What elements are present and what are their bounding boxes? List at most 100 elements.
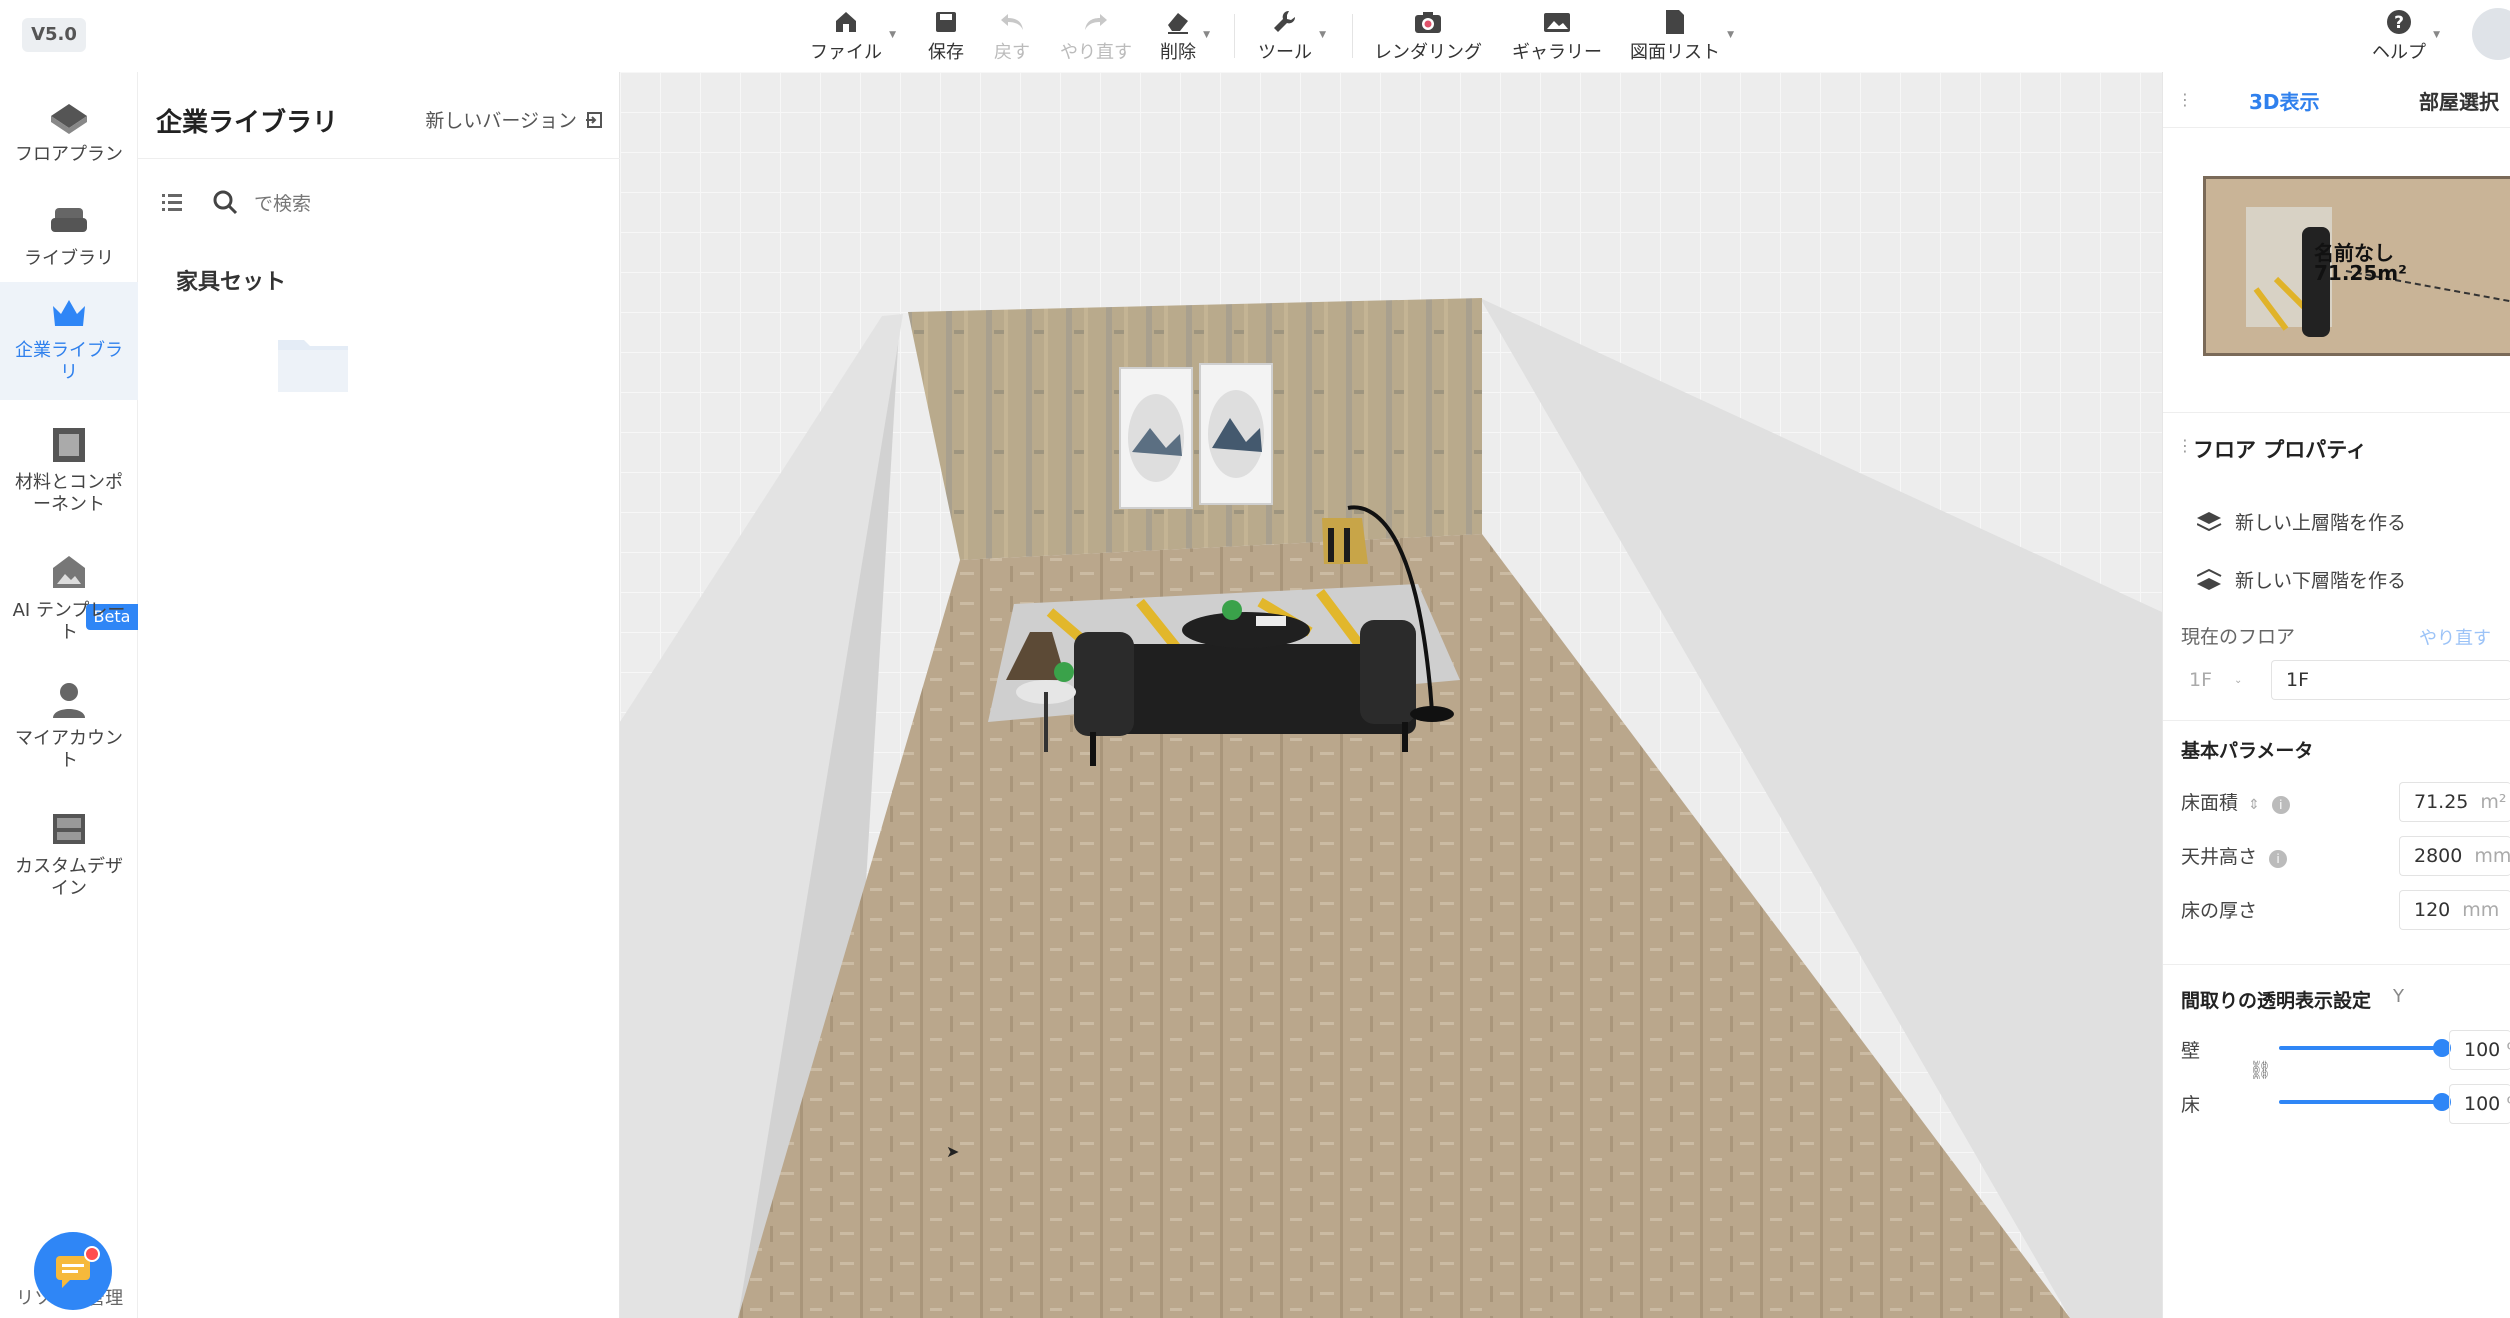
back-wall <box>908 298 1482 560</box>
nav-custom-design[interactable]: カスタムデザイン <box>0 798 138 928</box>
wall-transparency-unit: % <box>2506 1039 2510 1061</box>
divider <box>2163 964 2510 965</box>
undo-button[interactable]: 戻す <box>994 6 1030 64</box>
current-floor-input[interactable]: 1F <box>2271 660 2510 700</box>
eraser-icon <box>1160 6 1196 38</box>
minimap[interactable]: 名前なし 71.25m² <box>2203 176 2510 356</box>
notification-dot <box>84 1246 100 1262</box>
chat-icon <box>56 1256 90 1288</box>
new-version-label: 新しいバージョン <box>425 110 577 132</box>
nav-library-label: ライブラリ <box>24 248 114 269</box>
ceiling-height-label-text: 天井高さ <box>2181 846 2258 868</box>
image-icon <box>1539 6 1575 38</box>
room-3d-scene[interactable] <box>620 72 2162 1318</box>
nav-floorplan-label: フロアプラン <box>15 144 123 165</box>
ceiling-height-value: 2800 <box>2414 845 2463 867</box>
redo-button[interactable]: やり直す <box>1060 6 1132 64</box>
create-lower-floor-label: 新しい下層階を作る <box>2235 570 2407 592</box>
create-upper-floor-button[interactable]: 新しい上層階を作る <box>2197 508 2406 535</box>
redo-icon <box>1078 6 1114 38</box>
layers-plus-icon <box>2197 568 2222 590</box>
category-title: 家具セット <box>176 270 287 295</box>
nav-materials[interactable]: 材料とコンポーネント <box>0 414 138 544</box>
help-label: ヘルプ <box>2372 42 2426 63</box>
drawing-list-button[interactable]: 図面リスト ▼ <box>1630 6 1734 64</box>
tools-menu-button[interactable]: ツール ▼ <box>1258 6 1326 64</box>
folder-icon[interactable] <box>276 332 350 398</box>
basic-params-title: 基本パラメータ <box>2181 740 2314 762</box>
create-lower-floor-button[interactable]: 新しい下層階を作る <box>2197 566 2406 593</box>
floor-thickness-value: 120 <box>2414 899 2451 921</box>
current-floor-redo-link[interactable]: やり直す <box>2419 624 2491 650</box>
ceiling-height-input[interactable]: 2800 mm <box>2399 836 2510 876</box>
floor-transparency-value: 100 <box>2464 1093 2501 1115</box>
version-badge: V5.0 <box>22 18 86 52</box>
nav-enterprise-library-label: 企業ライブラリ <box>15 340 123 383</box>
list-icon[interactable] <box>160 190 184 214</box>
chat-button[interactable] <box>34 1232 112 1310</box>
nav-ai-template-label: AI テンプレート <box>12 600 126 643</box>
info-icon[interactable]: i <box>2269 850 2288 868</box>
tab-3d-view[interactable]: 3D表示 <box>2249 86 2320 115</box>
nav-my-account-label: マイアカウント <box>15 728 123 771</box>
chevron-down-icon: ⌄ <box>2234 674 2243 686</box>
render-button[interactable]: レンダリング <box>1374 6 1482 64</box>
sofa-icon <box>51 208 87 232</box>
enterprise-library-panel: 企業ライブラリ 新しいバージョン で検索 家具セット <box>138 72 620 1318</box>
properties-panel: ⋮ 3D表示 部屋選択 名前なし 71.25m² ⋮ フロア プロパティ 新しい… <box>2162 72 2510 1318</box>
wall-transparency-input[interactable]: 100 % <box>2449 1030 2510 1070</box>
gallery-label: ギャラリー <box>1512 42 1602 63</box>
divider <box>138 158 620 159</box>
floor-thickness-unit: mm <box>2462 899 2500 921</box>
divider <box>2163 412 2510 413</box>
floor-thickness-label: 床の厚さ <box>2181 900 2258 922</box>
floor-thickness-input[interactable]: 120 mm <box>2399 890 2510 930</box>
chevron-down-icon: ▼ <box>1203 30 1210 40</box>
sort-icon: ⇕ <box>2248 797 2260 813</box>
chevron-down-icon: ▼ <box>2433 30 2440 40</box>
mouse-cursor-icon: ➤ <box>946 1142 960 1161</box>
info-icon[interactable]: i <box>2271 796 2290 814</box>
save-icon <box>928 6 964 38</box>
3d-viewport[interactable]: 1F ▼ 2D▼ 3D▼ <box>620 72 2162 1318</box>
avatar[interactable] <box>2472 8 2510 60</box>
nav-floorplan[interactable]: フロアプラン <box>0 86 138 186</box>
toolbar-divider <box>1352 14 1353 58</box>
nav-my-account[interactable]: マイアカウント <box>0 670 138 790</box>
wall-transparency-slider[interactable] <box>2279 1039 2451 1057</box>
nav-library[interactable]: ライブラリ <box>0 190 138 290</box>
drag-handle-icon[interactable]: ⋮ <box>2177 436 2193 455</box>
gallery-button[interactable]: ギャラリー <box>1512 6 1602 64</box>
file-menu-button[interactable]: ファイル ▼ <box>810 6 896 64</box>
nav-enterprise-library[interactable]: 企業ライブラリ <box>0 282 138 400</box>
search-placeholder: で検索 <box>254 192 312 215</box>
layers-plus-icon <box>2197 511 2222 531</box>
ceiling-height-unit: mm <box>2474 845 2510 867</box>
floor-properties-title: フロア プロパティ <box>2193 438 2368 462</box>
wall-transparency-value: 100 <box>2464 1039 2501 1061</box>
cabinet-icon <box>53 428 85 462</box>
floor-transparency-unit: % <box>2506 1093 2510 1115</box>
delete-button[interactable]: 削除 ▼ <box>1160 6 1210 64</box>
nav-ai-template[interactable]: AI テンプレート <box>0 542 138 672</box>
search-icon <box>213 190 238 215</box>
save-button[interactable]: 保存 <box>928 6 964 64</box>
divider <box>2163 720 2510 721</box>
left-navigation: フロアプラン ライブラリ 企業ライブラリ 材料とコンポーネント Beta AI … <box>0 72 138 1318</box>
current-floor-select[interactable]: 1F ⌄ <box>2175 660 2255 700</box>
tab-room-select[interactable]: 部屋選択 <box>2419 86 2499 115</box>
floor-transparency-input[interactable]: 100 % <box>2449 1084 2510 1124</box>
drag-handle-icon[interactable]: ⋮ <box>2177 90 2193 109</box>
link-icon[interactable]: ⛓ <box>2249 1060 2272 1081</box>
search-input[interactable]: で検索 <box>212 189 311 216</box>
floor-transparency-slider[interactable] <box>2279 1093 2451 1111</box>
nav-custom-design-label: カスタムデザイン <box>15 856 123 899</box>
floor-area-value: 71.25 <box>2414 791 2469 813</box>
wrench-icon <box>1267 6 1303 38</box>
new-version-link[interactable]: 新しいバージョン <box>425 106 603 133</box>
camera-icon <box>1410 6 1446 38</box>
current-floor-input-value: 1F <box>2286 669 2310 691</box>
right-panel-tabs: ⋮ 3D表示 部屋選択 <box>2163 72 2510 128</box>
help-button[interactable]: ? ヘルプ ▼ <box>2372 6 2440 64</box>
floor-area-input[interactable]: 71.25 m² <box>2399 782 2510 822</box>
